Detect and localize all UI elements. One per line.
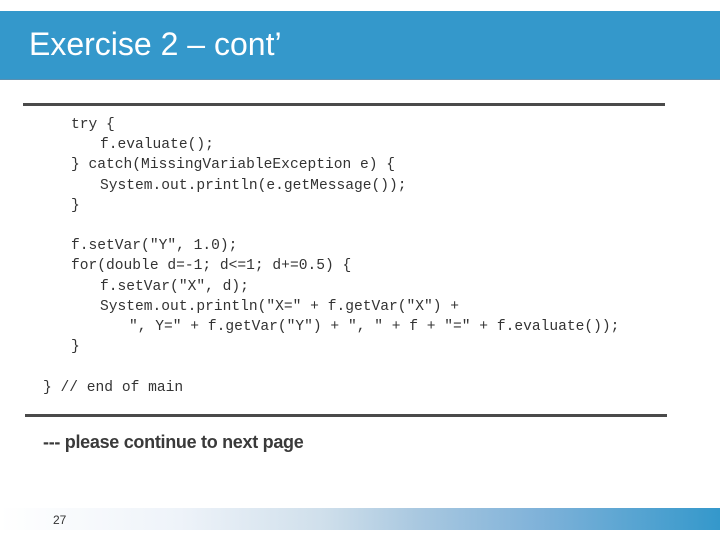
title-bar: Exercise 2 – cont’ — [0, 11, 720, 80]
footer-gradient-band — [0, 508, 720, 530]
code-line: f.evaluate(); — [100, 137, 214, 154]
code-line: } // end of main — [43, 379, 184, 396]
code-line: System.out.println("X=" + f.getVar("X") … — [100, 298, 460, 315]
continue-note: --- please continue to next page — [43, 432, 304, 452]
slide-title: Exercise 2 – cont’ — [29, 26, 282, 62]
code-line: for(double d=-1; d<=1; d+=0.5) { — [71, 258, 352, 275]
code-line: } catch(MissingVariableException e) { — [71, 157, 396, 174]
code-line: System.out.println(e.getMessage()); — [100, 177, 407, 194]
code-line: ", Y=" + f.getVar("Y") + ", " + f + "=" … — [129, 319, 620, 335]
code-line: f.setVar("X", d); — [100, 278, 249, 295]
code-line: } — [71, 197, 80, 214]
bottom-divider — [25, 414, 667, 417]
top-divider — [23, 103, 665, 106]
page-number: 27 — [53, 513, 67, 527]
code-line: } — [71, 339, 80, 356]
code-line: try { — [71, 117, 115, 133]
code-line: f.setVar("Y", 1.0); — [71, 238, 238, 255]
